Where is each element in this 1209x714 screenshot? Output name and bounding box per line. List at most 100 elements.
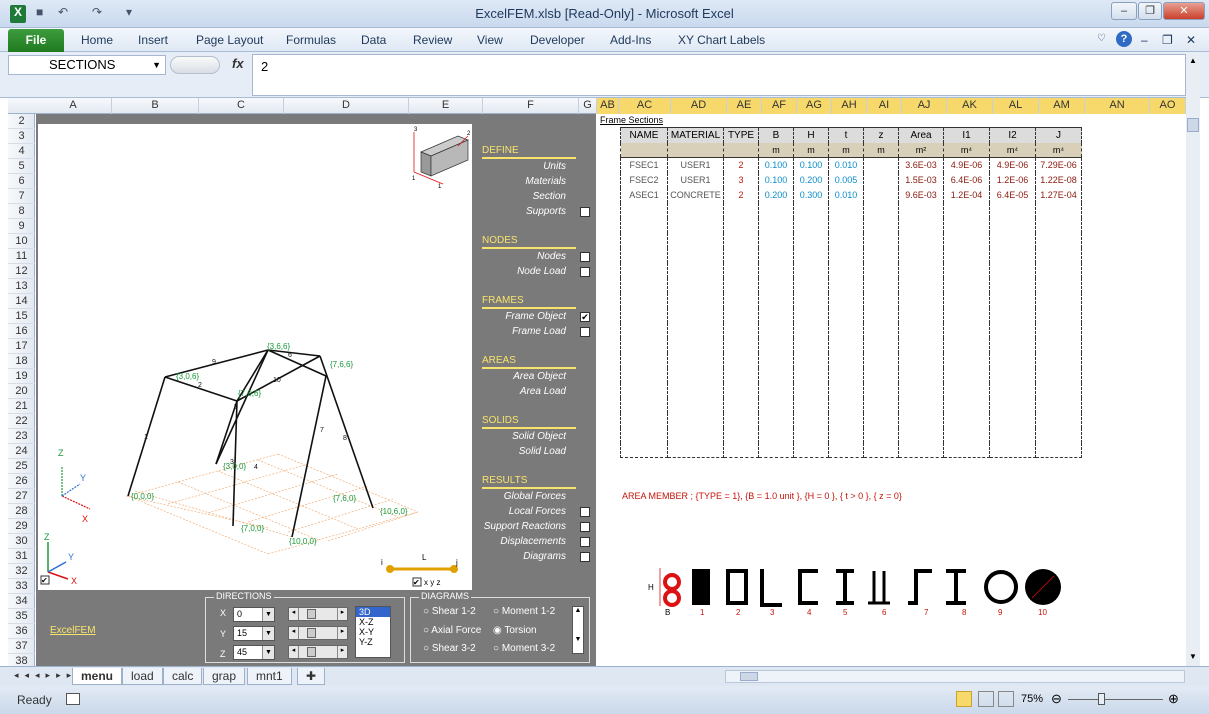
row-header-4[interactable]: 4 — [8, 144, 35, 159]
table-cell[interactable] — [793, 322, 829, 338]
zoom-slider[interactable] — [1068, 699, 1163, 700]
table-cell[interactable] — [828, 397, 864, 413]
table-cell[interactable] — [1035, 277, 1082, 293]
chevron-down-icon[interactable]: ▼ — [262, 608, 274, 621]
table-cell[interactable] — [863, 307, 899, 323]
row-header-26[interactable]: 26 — [8, 474, 35, 489]
table-cell[interactable] — [793, 217, 829, 233]
column-header-ab[interactable]: AB — [597, 98, 619, 114]
table-cell[interactable] — [1035, 442, 1082, 458]
table-cell[interactable] — [723, 367, 759, 383]
column-header-ah[interactable]: AH — [832, 98, 867, 114]
table-cell[interactable] — [898, 262, 944, 278]
sheet-tab-mnt1[interactable]: mnt1 — [247, 668, 292, 685]
table-cell[interactable] — [898, 217, 944, 233]
table-cell[interactable]: 0.100 — [758, 157, 794, 173]
table-cell[interactable] — [828, 367, 864, 383]
row-header-15[interactable]: 15 — [8, 309, 35, 324]
table-cell[interactable] — [758, 262, 794, 278]
view-option-3d[interactable]: 3D — [356, 607, 390, 617]
table-cell[interactable]: 0.100 — [793, 157, 829, 173]
tab-developer[interactable]: Developer — [530, 33, 585, 47]
table-cell[interactable] — [620, 202, 668, 218]
table-cell[interactable] — [1035, 412, 1082, 428]
row-header-13[interactable]: 13 — [8, 279, 35, 294]
chevron-down-icon[interactable]: ▼ — [262, 627, 274, 640]
table-cell[interactable] — [758, 397, 794, 413]
name-box[interactable]: SECTIONS ▼ — [8, 55, 166, 75]
excelfem-link[interactable]: ExcelFEM — [50, 625, 96, 636]
row-header-33[interactable]: 33 — [8, 579, 35, 594]
slider-right-icon[interactable]: ▸ — [337, 646, 347, 658]
table-cell[interactable]: 0.200 — [793, 172, 829, 188]
table-cell[interactable] — [723, 352, 759, 368]
table-cell[interactable] — [723, 217, 759, 233]
table-cell[interactable] — [828, 232, 864, 248]
row-header-16[interactable]: 16 — [8, 324, 35, 339]
normal-view-icon[interactable] — [956, 691, 972, 707]
table-cell[interactable] — [828, 427, 864, 443]
table-cell[interactable]: ASEC1 — [620, 187, 668, 203]
table-cell[interactable] — [828, 412, 864, 428]
zoom-out-icon[interactable]: ⊖ — [1051, 691, 1062, 707]
table-cell[interactable]: 0.200 — [758, 187, 794, 203]
support-reactions-checkbox[interactable] — [580, 522, 590, 532]
table-cell[interactable] — [898, 202, 944, 218]
table-cell[interactable] — [898, 427, 944, 443]
row-header-9[interactable]: 9 — [8, 219, 35, 234]
table-cell[interactable] — [793, 412, 829, 428]
table-cell[interactable] — [620, 322, 668, 338]
radio-moment-3-2[interactable]: ○ Moment 3-2 — [493, 643, 555, 654]
sheet-tab-grap[interactable]: grap — [203, 668, 246, 685]
table-cell[interactable] — [943, 352, 990, 368]
table-cell[interactable] — [667, 367, 724, 383]
table-cell[interactable] — [667, 427, 724, 443]
table-cell[interactable] — [863, 247, 899, 263]
table-cell[interactable] — [793, 292, 829, 308]
tab-xy-chart-labels[interactable]: XY Chart Labels — [678, 33, 765, 47]
tab-review[interactable]: Review — [413, 33, 452, 47]
table-cell[interactable]: 6.4E-05 — [989, 187, 1036, 203]
scroll-down-icon[interactable]: ▼ — [1186, 652, 1200, 661]
table-cell[interactable] — [989, 442, 1036, 458]
table-cell[interactable] — [723, 292, 759, 308]
table-cell[interactable]: FSEC2 — [620, 172, 668, 188]
table-cell[interactable] — [989, 217, 1036, 233]
table-cell[interactable] — [989, 367, 1036, 383]
table-cell[interactable] — [898, 232, 944, 248]
menu-item-frame-object[interactable]: Frame Object — [470, 311, 566, 322]
column-header-an[interactable]: AN — [1085, 98, 1150, 114]
table-cell[interactable] — [863, 427, 899, 443]
menu-item-support-reactions[interactable]: Support Reactions — [470, 521, 566, 532]
table-cell[interactable] — [723, 337, 759, 353]
horizontal-scrollbar[interactable] — [725, 670, 1185, 683]
table-cell[interactable] — [1035, 262, 1082, 278]
table-cell[interactable] — [758, 382, 794, 398]
table-cell[interactable] — [898, 397, 944, 413]
table-cell[interactable] — [667, 277, 724, 293]
table-cell[interactable] — [863, 352, 899, 368]
table-cell[interactable] — [898, 367, 944, 383]
table-cell[interactable] — [863, 337, 899, 353]
tab-view[interactable]: View — [477, 33, 503, 47]
table-cell[interactable] — [943, 262, 990, 278]
slider-left-icon[interactable]: ◂ — [289, 646, 299, 658]
table-cell[interactable]: 1.27E-04 — [1035, 187, 1082, 203]
table-cell[interactable] — [758, 217, 794, 233]
table-cell[interactable] — [620, 232, 668, 248]
table-cell[interactable] — [943, 427, 990, 443]
table-cell[interactable] — [793, 247, 829, 263]
table-cell[interactable]: 0.100 — [758, 172, 794, 188]
column-header-ad[interactable]: AD — [671, 98, 727, 114]
table-cell[interactable] — [989, 292, 1036, 308]
row-header-25[interactable]: 25 — [8, 459, 35, 474]
view-option-yz[interactable]: Y-Z — [356, 637, 390, 647]
table-cell[interactable] — [758, 352, 794, 368]
table-cell[interactable] — [863, 322, 899, 338]
table-cell[interactable]: 0.010 — [828, 157, 864, 173]
table-cell[interactable] — [828, 442, 864, 458]
row-header-5[interactable]: 5 — [8, 159, 35, 174]
slider-thumb[interactable] — [307, 647, 316, 657]
table-cell[interactable] — [863, 202, 899, 218]
tab-add-ins[interactable]: Add-Ins — [610, 33, 651, 47]
